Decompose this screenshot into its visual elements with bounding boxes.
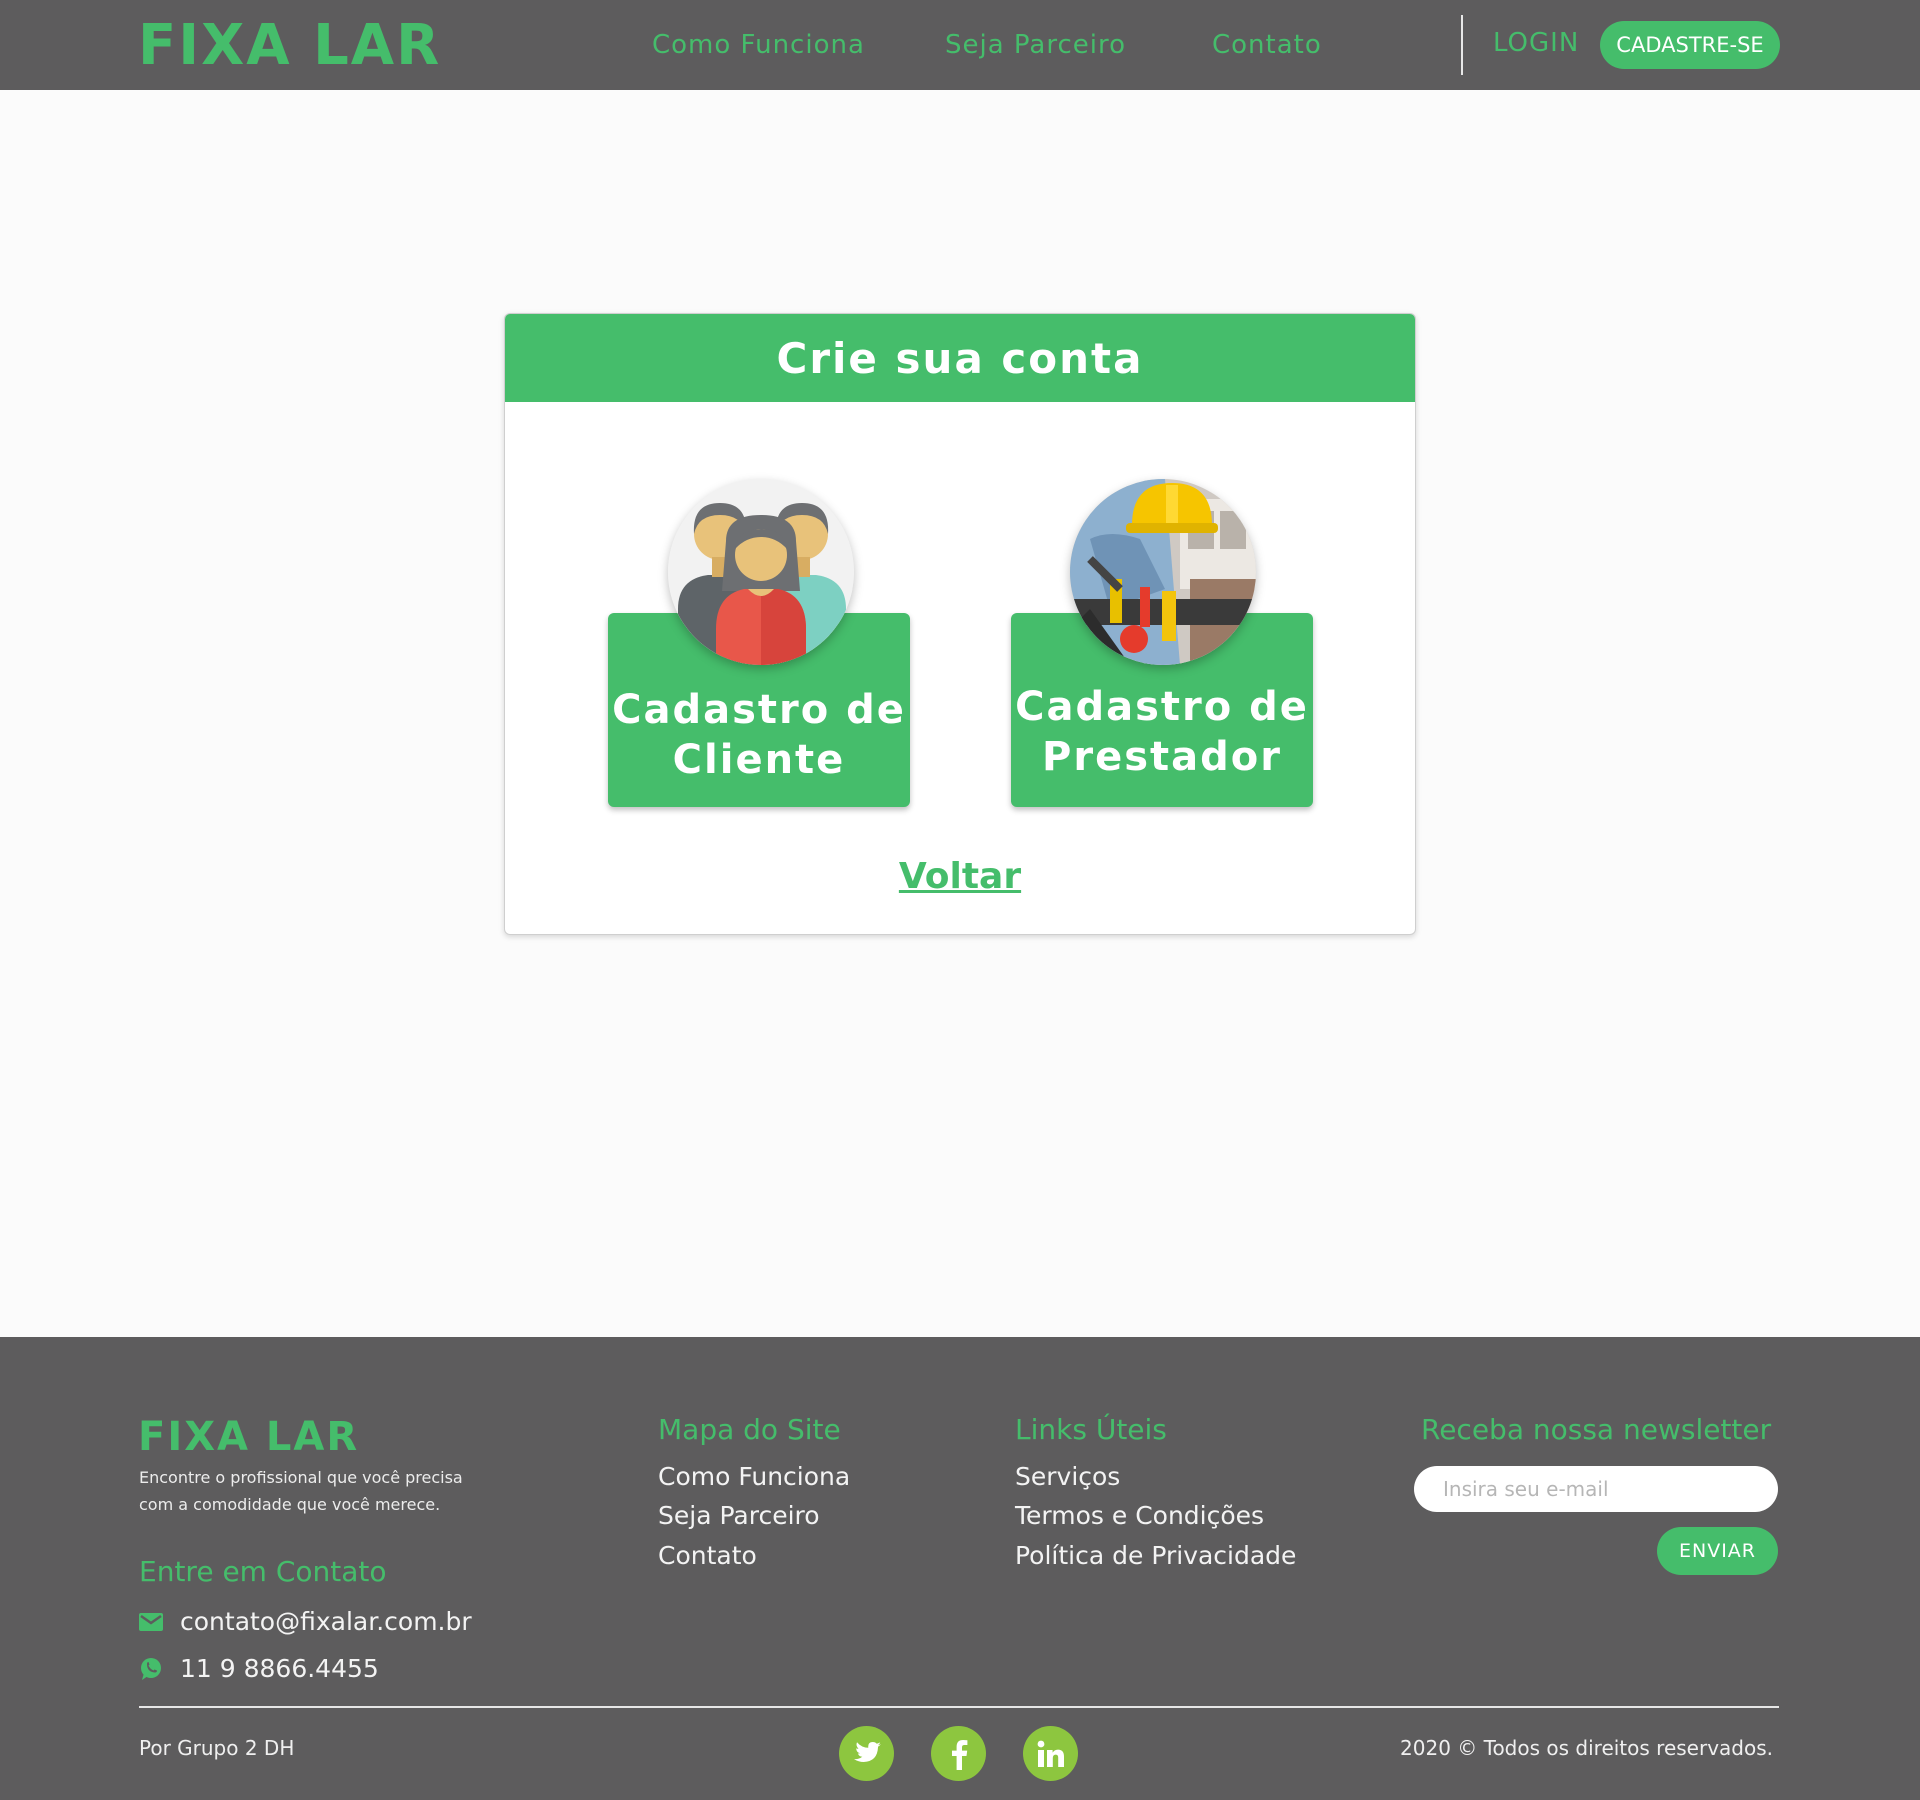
create-account-card: Crie sua conta Cadastro de Cliente Cadas… — [504, 313, 1416, 935]
footer-divider — [139, 1706, 1779, 1708]
sitemap-heading: Mapa do Site — [658, 1413, 841, 1446]
facebook-icon[interactable] — [931, 1726, 986, 1781]
footer-logo[interactable]: FIXA LAR — [138, 1417, 359, 1457]
footer-link-contato[interactable]: Contato — [658, 1541, 757, 1570]
footer-logo-text: FIXA LAR — [138, 1414, 360, 1460]
whatsapp-icon — [139, 1657, 163, 1681]
logo-text: FIXA LAR — [138, 13, 442, 78]
twitter-icon[interactable] — [839, 1726, 894, 1781]
email-icon — [139, 1610, 163, 1634]
footer-link-privacidade[interactable]: Política de Privacidade — [1015, 1541, 1296, 1570]
logo[interactable]: FIXA LAR — [138, 18, 441, 74]
footer-link-servicos[interactable]: Serviços — [1015, 1462, 1120, 1491]
contact-email: contato@fixalar.com.br — [180, 1607, 472, 1636]
nav-divider — [1461, 15, 1463, 75]
nav-seja-parceiro[interactable]: Seja Parceiro — [945, 30, 1126, 60]
footer-tagline: Encontre o profissional que você precisa… — [139, 1468, 463, 1514]
linkedin-icon[interactable] — [1023, 1726, 1078, 1781]
footer-credit: Por Grupo 2 DH — [139, 1736, 295, 1760]
links-heading: Links Úteis — [1015, 1413, 1167, 1446]
contact-phone-row[interactable]: 11 9 8866.4455 — [139, 1654, 379, 1683]
client-avatar-icon[interactable] — [668, 479, 854, 665]
footer: FIXA LAR Encontre o profissional que voc… — [0, 1337, 1920, 1800]
back-link[interactable]: Voltar — [505, 856, 1415, 897]
contact-email-row[interactable]: contato@fixalar.com.br — [139, 1607, 472, 1636]
newsletter-email-input[interactable] — [1414, 1466, 1778, 1512]
footer-link-termos[interactable]: Termos e Condições — [1015, 1501, 1264, 1530]
client-signup-label: Cadastro de Cliente — [612, 687, 906, 783]
newsletter-send-button[interactable]: ENVIAR — [1657, 1527, 1778, 1575]
login-link[interactable]: LOGIN — [1493, 28, 1579, 58]
provider-signup-label: Cadastro de Prestador — [1015, 684, 1309, 780]
footer-link-como-funciona[interactable]: Como Funciona — [658, 1462, 850, 1491]
contact-phone: 11 9 8866.4455 — [180, 1654, 379, 1683]
footer-copyright: 2020 © Todos os direitos reservados. — [1400, 1736, 1773, 1760]
nav-como-funciona[interactable]: Como Funciona — [652, 30, 865, 60]
newsletter-heading: Receba nossa newsletter — [1421, 1413, 1772, 1446]
contact-heading: Entre em Contato — [139, 1555, 387, 1588]
signup-button[interactable]: CADASTRE-SE — [1600, 21, 1780, 69]
footer-link-seja-parceiro[interactable]: Seja Parceiro — [658, 1501, 820, 1530]
card-title: Crie sua conta — [505, 314, 1415, 402]
top-navbar: FIXA LAR Como Funciona Seja Parceiro Con… — [0, 0, 1920, 90]
provider-avatar-icon[interactable] — [1070, 479, 1256, 665]
nav-contato[interactable]: Contato — [1212, 30, 1322, 60]
